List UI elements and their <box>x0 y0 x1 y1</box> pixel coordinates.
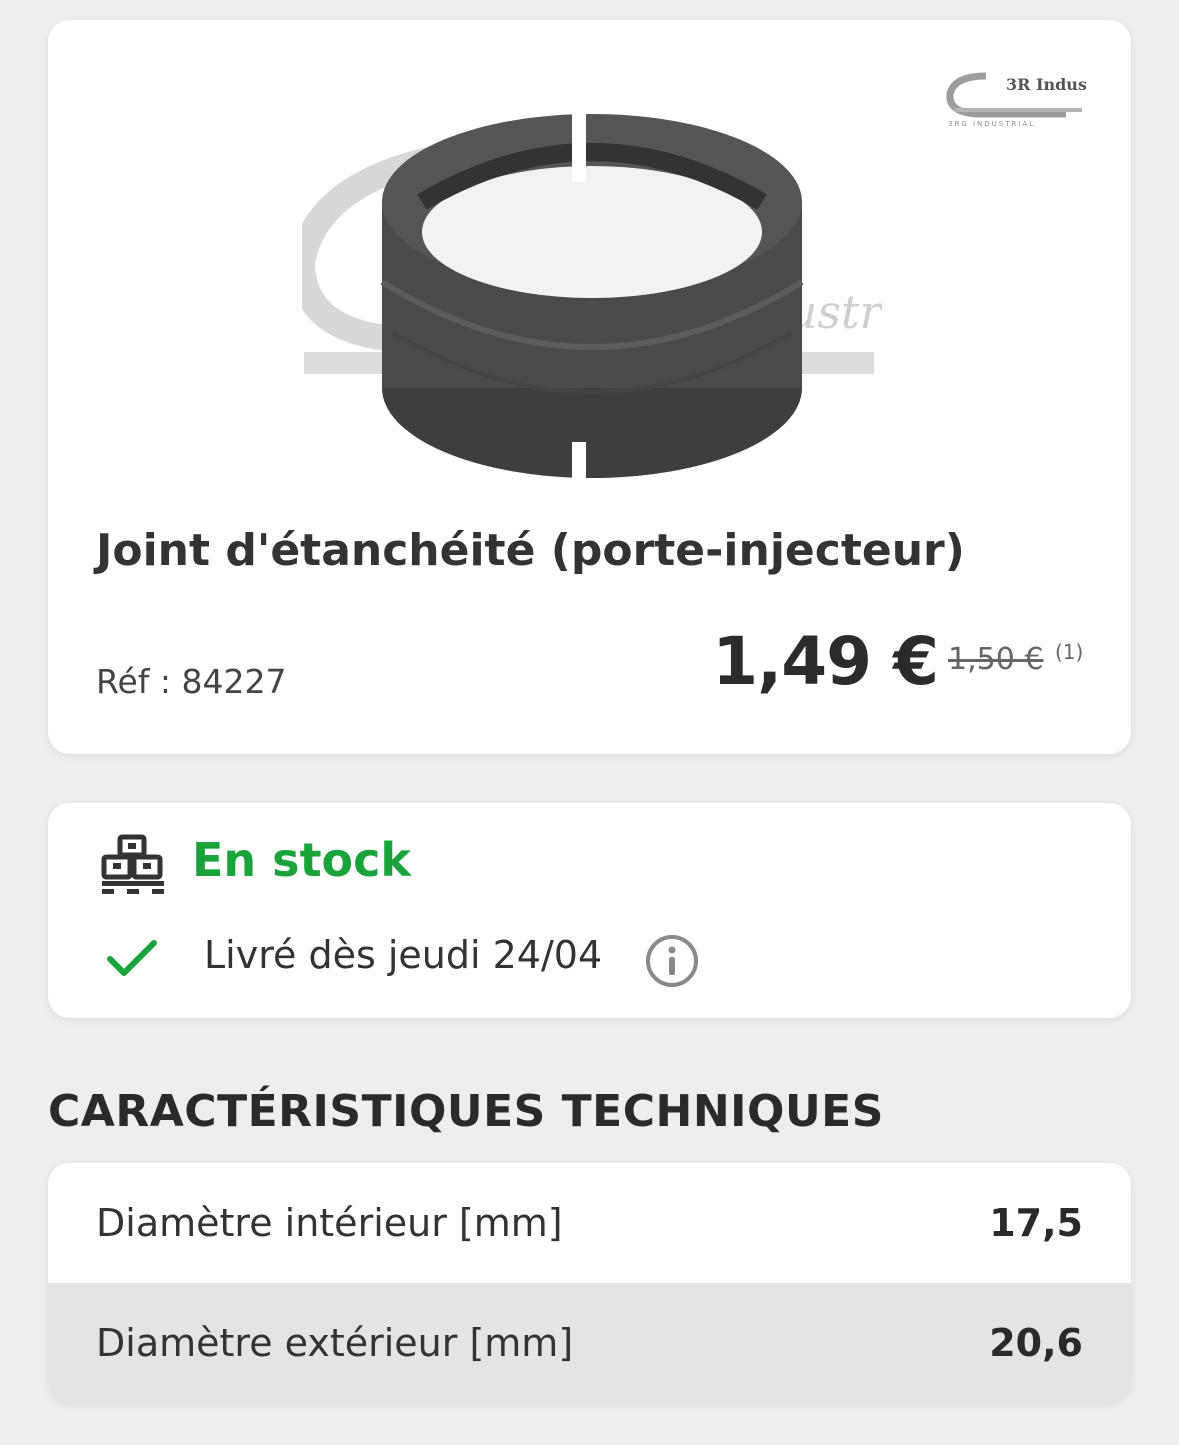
spec-label: Diamètre extérieur [mm] <box>96 1321 574 1365</box>
price-old: 1,50 € <box>948 642 1044 677</box>
boxes-stock-icon <box>101 834 164 894</box>
specs-section-title: CARACTÉRISTIQUES TECHNIQUES <box>48 1086 884 1137</box>
stock-status: En stock <box>192 833 412 887</box>
spec-row: Diamètre intérieur [mm] 17,5 <box>48 1163 1131 1283</box>
spec-row: Diamètre extérieur [mm] 20,6 <box>48 1283 1131 1402</box>
delivery-date-text: Livré dès jeudi 24/04 <box>204 933 603 977</box>
specs-table: Diamètre intérieur [mm] 17,5 Diamètre ex… <box>48 1163 1131 1402</box>
spec-value: 20,6 <box>989 1321 1083 1365</box>
spec-label: Diamètre intérieur [mm] <box>96 1201 563 1245</box>
spec-value: 17,5 <box>989 1201 1083 1245</box>
product-card: 3R Industrial 3RG INDUSTRIAL 3R Industri… <box>48 20 1131 754</box>
price-current: 1,49 € <box>712 623 939 700</box>
brand-logo-subtext: 3RG INDUSTRIAL <box>948 120 1035 128</box>
brand-logo: 3R Industrial 3RG INDUSTRIAL <box>946 72 1086 128</box>
product-title: Joint d'étanchéité (porte-injecteur) <box>96 525 965 576</box>
brand-logo-3r: 3R Industrial <box>1006 75 1086 94</box>
info-icon[interactable] <box>644 933 700 989</box>
price-footnote: (1) <box>1055 640 1084 664</box>
product-reference: Réf : 84227 <box>96 662 287 701</box>
product-image: 3R Industrial <box>302 112 882 492</box>
check-icon <box>107 940 157 976</box>
stock-card: En stock Livré dès jeudi 24/04 <box>48 803 1131 1018</box>
